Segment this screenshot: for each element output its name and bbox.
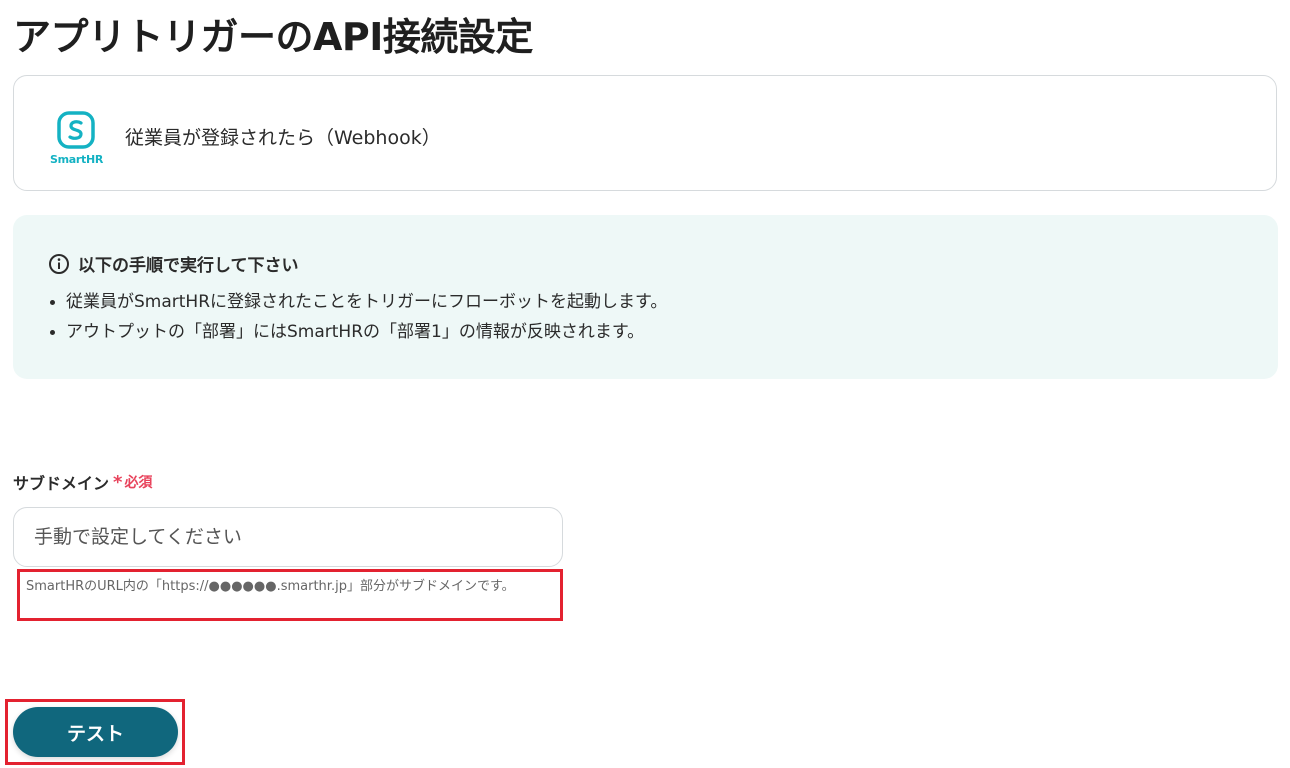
trigger-label: 従業員が登録されたら（Webhook） — [125, 127, 441, 149]
subdomain-label: サブドメイン * 必須 — [13, 470, 152, 494]
instructions-list: 従業員がSmartHRに登録されたことをトリガーにフローボットを起動します。 ア… — [48, 288, 667, 348]
list-item: アウトプットの「部署」にはSmartHRの「部署1」の情報が反映されます。 — [48, 318, 667, 348]
instructions-heading-text: 以下の手順で実行して下さい — [78, 256, 299, 276]
test-button[interactable]: テスト — [13, 707, 178, 757]
subdomain-help-text: SmartHRのURL内の「https://●●●●●●.smarthr.jp」… — [17, 569, 563, 621]
list-item: 従業員がSmartHRに登録されたことをトリガーにフローボットを起動します。 — [48, 288, 667, 318]
smarthr-logo-icon: SmartHR — [50, 111, 104, 166]
subdomain-label-text: サブドメイン — [13, 474, 110, 493]
trigger-card: SmartHR 従業員が登録されたら（Webhook） — [13, 75, 1277, 191]
info-icon — [48, 253, 70, 275]
subdomain-input[interactable] — [13, 507, 563, 567]
page-title: アプリトリガーのAPI接続設定 — [13, 15, 533, 59]
instructions-heading: 以下の手順で実行して下さい — [48, 251, 299, 276]
instructions-box: 以下の手順で実行して下さい 従業員がSmartHRに登録されたことをトリガーにフ… — [13, 215, 1278, 379]
app-name: SmartHR — [50, 153, 104, 166]
required-badge: 必須 — [124, 475, 153, 491]
required-asterisk: * — [113, 471, 123, 493]
